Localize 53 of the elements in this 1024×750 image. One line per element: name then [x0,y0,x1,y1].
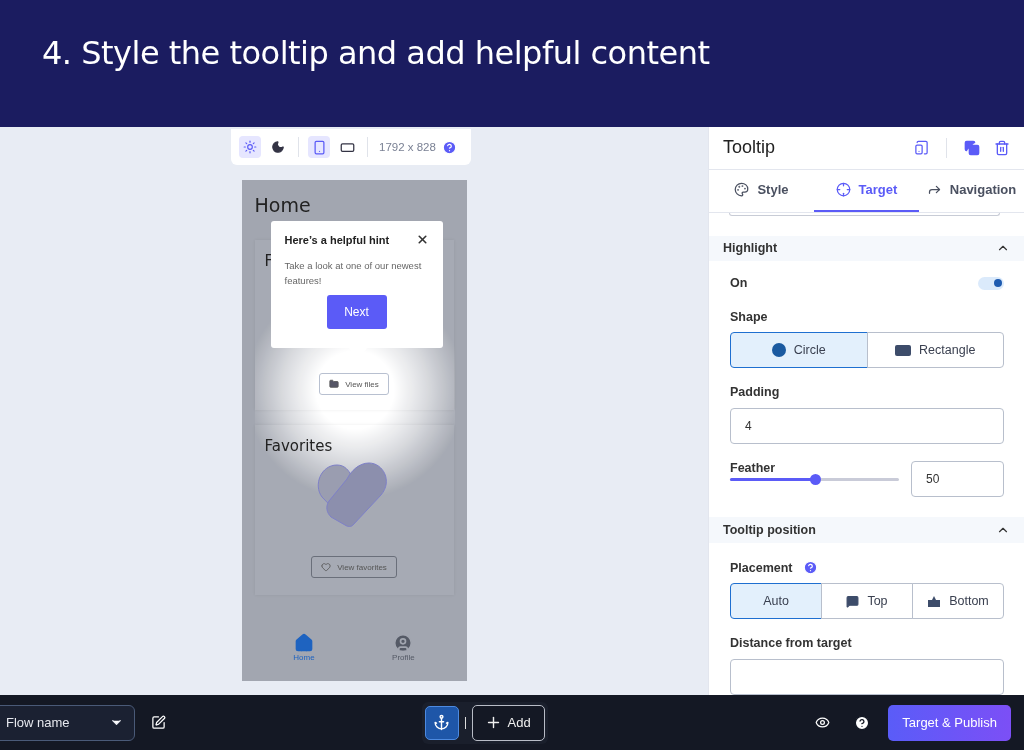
field-label: Padding [730,385,781,400]
user-icon [393,633,414,653]
shape-option[interactable]: Circle [730,332,868,369]
field-label: Placement [730,560,793,575]
rectangle-icon [895,344,912,356]
palette-icon [734,182,750,198]
circle-icon [771,343,786,358]
anchor-icon [433,714,451,731]
panel-tab[interactable]: Navigation [919,169,1024,212]
crosshair-icon [835,182,851,198]
preview-eye-icon[interactable] [815,715,831,730]
bubble-up-icon [927,595,942,607]
sun-icon[interactable] [239,136,261,158]
panel-tab[interactable]: Target [814,169,919,212]
help-icon[interactable] [854,714,871,731]
phone-icon[interactable] [308,136,330,158]
toggle-switch[interactable] [978,276,1004,290]
field-label: Distance from target [730,636,853,650]
field-label: Feather [730,461,777,476]
feather-field[interactable]: 50 [911,461,1004,498]
placement-option[interactable]: Bottom [912,583,1004,619]
shape-option[interactable]: Rectangle [866,332,1004,369]
target-publish-button[interactable]: Target & Publish [888,704,1011,741]
slider-thumb[interactable] [809,474,821,486]
next-button[interactable]: Next [326,295,387,329]
heart-icon [321,562,332,572]
field-label: On [730,276,748,291]
panel-title: Tooltip [723,137,777,159]
placement-option[interactable]: Top [821,583,913,619]
tooltip-text: Take a look at one of our newest features! [284,259,423,288]
flow-name-select[interactable]: Flow name [0,704,135,741]
panel-tab[interactable]: Style [709,169,814,212]
folder-icon [329,379,340,389]
tooltip-title: Here’s a helpful hint [284,233,390,246]
house-icon [293,633,314,653]
speech-bubble-icon [846,594,860,608]
distance-field[interactable] [730,659,1004,695]
preview-icon[interactable] [914,140,929,156]
card-title: Favorites [264,437,333,455]
field-label: Shape [730,310,769,325]
padding-field[interactable]: 4 [730,408,1004,445]
add-button[interactable]: Add [471,704,545,741]
resolution-label: 1792 x 828 [379,141,436,153]
placement-option[interactable]: Auto [730,583,822,619]
copy-icon[interactable] [964,139,980,156]
section-header[interactable]: Tooltip position [709,517,1024,543]
close-icon[interactable] [415,233,429,246]
delete-icon[interactable] [994,139,1010,156]
edit-icon[interactable] [151,715,166,730]
view-files-button[interactable]: View files [319,373,389,395]
section-header[interactable]: Highlight [709,235,1024,262]
slide-title: 4. Style the tooltip and add helpful content [42,34,710,72]
anchor-button[interactable] [424,705,459,740]
